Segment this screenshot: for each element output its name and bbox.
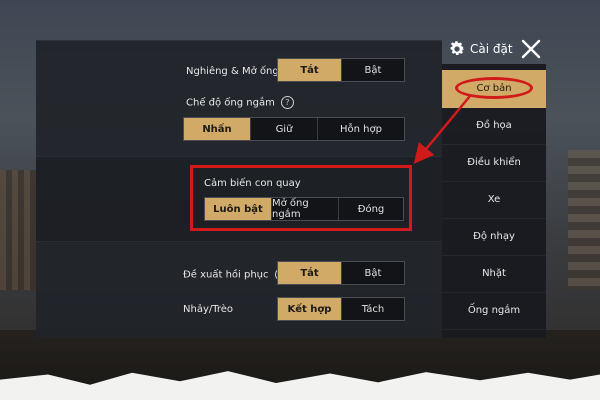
jump-climb-separate-option[interactable]: Tách bbox=[341, 298, 404, 320]
settings-title: Cài đặt bbox=[470, 42, 513, 56]
jump-climb-combined-option[interactable]: Kết hợp bbox=[278, 298, 341, 320]
recovery-suggest-label: Đề xuất hồi phục? bbox=[183, 268, 288, 281]
lean-scope-on-option[interactable]: Bật bbox=[341, 59, 404, 81]
sidebar-item-graphics[interactable]: Đồ họa bbox=[442, 107, 546, 145]
background-structure-right bbox=[568, 150, 600, 290]
sidebar-item-sensitivity[interactable]: Độ nhạy bbox=[442, 218, 546, 256]
jump-climb-toggle: Kết hợp Tách bbox=[277, 297, 405, 321]
background-structure-left bbox=[0, 170, 40, 290]
sidebar-item-controls[interactable]: Điều khiển bbox=[442, 144, 546, 182]
help-icon[interactable]: ? bbox=[280, 96, 294, 109]
sidebar-item-scope[interactable]: Ống ngắm bbox=[442, 292, 546, 330]
lean-scope-off-option[interactable]: Tắt bbox=[278, 59, 341, 81]
recovery-suggest-toggle: Tắt Bật bbox=[277, 261, 405, 285]
recovery-suggest-on-option[interactable]: Bật bbox=[341, 262, 404, 284]
scope-mode-label-text: Chế độ ống ngắm bbox=[186, 97, 275, 109]
close-icon[interactable] bbox=[520, 38, 542, 60]
scope-mode-tap-option[interactable]: Nhấn bbox=[184, 118, 250, 140]
basic-tab-highlight-oval bbox=[455, 77, 533, 99]
scope-mode-label: Chế độ ống ngắm? bbox=[186, 96, 294, 109]
sidebar-item-pickup[interactable]: Nhặt bbox=[442, 255, 546, 293]
scope-mode-selector: Nhấn Giữ Hỗn hợp bbox=[183, 117, 405, 141]
settings-sidebar: Cơ bản Đồ họa Điều khiển Xe Độ nhạy Nhặt… bbox=[442, 64, 546, 338]
recovery-suggest-label-text: Đề xuất hồi phục bbox=[183, 269, 269, 281]
lean-scope-toggle: Tắt Bật bbox=[277, 58, 405, 82]
gyroscope-highlight-box bbox=[190, 165, 412, 231]
section-scope: Nghiêng & Mở ống ngắm Tắt Bật Chế độ ống… bbox=[36, 40, 442, 157]
recovery-suggest-off-option[interactable]: Tắt bbox=[278, 262, 341, 284]
jump-climb-label: Nhảy/Trèo bbox=[183, 304, 234, 315]
section-misc: Đề xuất hồi phục? Tắt Bật Nhảy/Trèo Kết … bbox=[36, 241, 442, 339]
settings-header: Cài đặt bbox=[442, 34, 562, 64]
sidebar-item-vehicle[interactable]: Xe bbox=[442, 181, 546, 219]
scope-mode-hold-option[interactable]: Giữ bbox=[250, 118, 317, 140]
scope-mode-mixed-option[interactable]: Hỗn hợp bbox=[317, 118, 404, 140]
gear-icon bbox=[450, 41, 465, 55]
